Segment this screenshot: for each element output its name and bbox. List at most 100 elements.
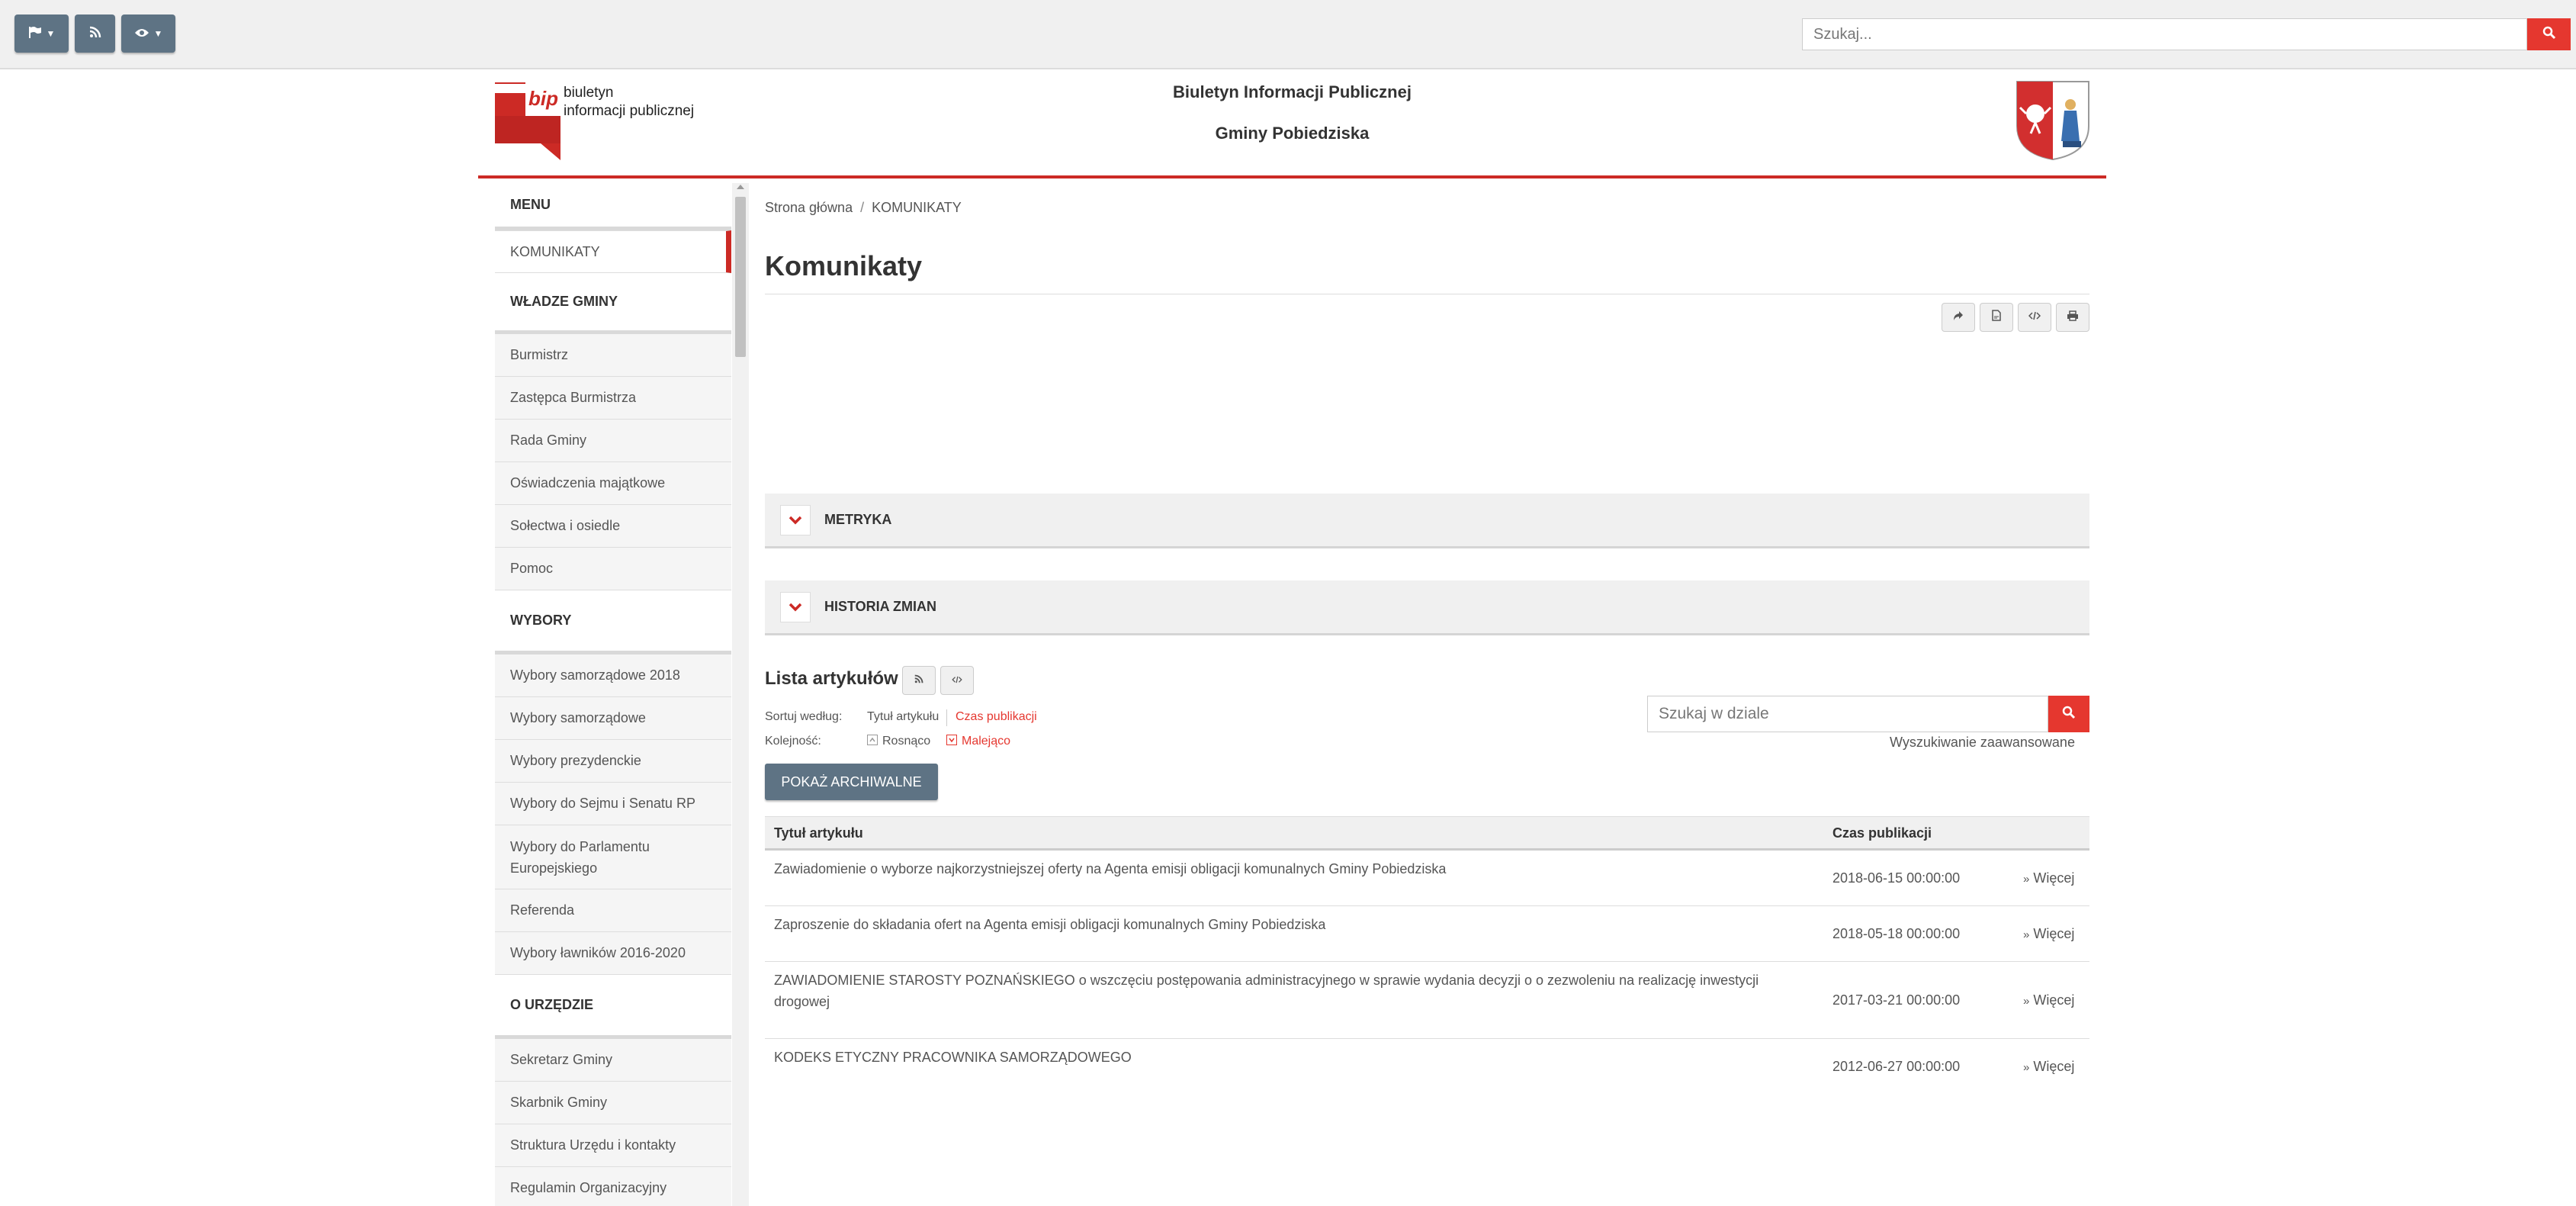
table-row: Zawiadomienie o wyborze najkorzystniejsz… (765, 851, 2089, 906)
flag-icon (28, 25, 42, 43)
historia-zmian-panel-toggle[interactable]: HISTORIA ZMIAN (765, 580, 2089, 635)
accessibility-dropdown-button[interactable]: ▼ (121, 14, 175, 53)
pdf-button[interactable] (1980, 303, 2013, 332)
header-title-line-2: Gminy Pobiedziska (1215, 124, 1370, 143)
advanced-search-link[interactable]: Wyszukiwanie zaawansowane (1890, 735, 2075, 751)
table-row: Zaproszenie do składania ofert na Agenta… (765, 906, 2089, 962)
sidebar-item-wybory-prezydenckie[interactable]: Wybory prezydenckie (495, 740, 731, 783)
page-title: Komunikaty (765, 250, 923, 281)
show-archived-button[interactable]: POKAŻ ARCHIWALNE (765, 764, 938, 800)
sidebar-item-referenda[interactable]: Referenda (495, 889, 731, 932)
sort-label: Sortuj według: (765, 710, 843, 723)
historia-zmian-label: HISTORIA ZMIAN (824, 599, 936, 614)
sidebar-item-solectwa-i-osiedle[interactable]: Sołectwa i osiedle (495, 505, 731, 548)
global-search-button[interactable] (2527, 18, 2571, 50)
logo-line-2: informacji publicznej (564, 103, 695, 119)
search-icon (2542, 26, 2556, 43)
sidebar-item-zastepca-burmistrza[interactable]: Zastępca Burmistrza (495, 377, 731, 420)
coat-of-arms-icon (2016, 80, 2090, 165)
articles-table: Tytuł artykułu Czas publikacji Zawiadomi… (765, 816, 2089, 1095)
order-descending-label: Malejąco (962, 735, 1011, 748)
section-search-input[interactable]: Szukaj w dziale (1647, 696, 2048, 732)
more-label: Więcej (2033, 870, 2075, 886)
sidebar-item-wybory-lawnikow[interactable]: Wybory ławników 2016-2020 (495, 932, 731, 975)
double-chevron-right-icon: » (2023, 995, 2030, 1008)
code-icon (952, 674, 962, 687)
top-bar: ▼ ▼ Szukaj... (0, 0, 2576, 69)
print-icon (2067, 310, 2079, 325)
sidebar-item-komunikaty[interactable]: KOMUNIKATY (495, 230, 731, 273)
print-button[interactable] (2056, 303, 2089, 332)
article-title-link[interactable]: KODEKS ETYCZNY PRACOWNIKA SAMORZĄDOWEGO (774, 1047, 1811, 1068)
sidebar-item-wybory-parlament-europejski[interactable]: Wybory do Parlamentu Europejskiego (495, 825, 731, 889)
sidebar-item-rada-gminy[interactable]: Rada Gminy (495, 420, 731, 462)
code-icon (2028, 310, 2041, 324)
sort-by-title-link[interactable]: Tytuł artykułu (867, 710, 939, 724)
article-title-link[interactable]: ZAWIADOMIENIE STAROSTY POZNAŃSKIEGO o ws… (774, 970, 1811, 1012)
sidebar-menu: MENU KOMUNIKATY WŁADZE GMINY Burmistrz Z… (495, 183, 731, 1206)
share-icon (1953, 310, 1964, 325)
metryka-panel-toggle[interactable]: METRYKA (765, 494, 2089, 548)
double-chevron-right-icon: » (2023, 928, 2030, 941)
embed-code-button[interactable] (2018, 303, 2051, 332)
more-label: Więcej (2033, 1059, 2075, 1074)
breadcrumb: Strona główna / KOMUNIKATY (765, 200, 962, 216)
sort-descending-icon (946, 734, 957, 745)
sidebar-item-sekretarz-gminy[interactable]: Sekretarz Gminy (495, 1039, 731, 1082)
list-rss-button[interactable] (902, 666, 936, 695)
language-dropdown-button[interactable]: ▼ (14, 14, 69, 53)
caret-down-icon: ▼ (153, 28, 163, 39)
article-title-link[interactable]: Zaproszenie do składania ofert na Agenta… (774, 914, 1811, 935)
breadcrumb-current: KOMUNIKATY (872, 200, 962, 215)
sidebar-heading-wladze-gminy: WŁADZE GMINY (495, 273, 731, 334)
sidebar-heading-o-urzedzie: O URZĘDZIE (495, 975, 731, 1039)
chevron-down-icon (780, 591, 811, 622)
metryka-label: METRYKA (824, 512, 892, 527)
chevron-down-icon (780, 504, 811, 535)
order-descending-link[interactable]: Malejąco (946, 734, 1011, 748)
article-title-link[interactable]: Zawiadomienie o wyborze najkorzystniejsz… (774, 858, 1811, 880)
global-search-input[interactable]: Szukaj... (1802, 18, 2527, 50)
sidebar-item-wybory-sejm-senat[interactable]: Wybory do Sejmu i Senatu RP (495, 783, 731, 825)
order-ascending-link[interactable]: Rosnąco (867, 734, 931, 748)
sidebar-item-oswiadczenia-majatkowe[interactable]: Oświadczenia majątkowe (495, 462, 731, 505)
sidebar-heading-wybory: WYBORY (495, 590, 731, 654)
more-link[interactable]: » Więcej (2023, 870, 2074, 886)
table-row: KODEKS ETYCZNY PRACOWNIKA SAMORZĄDOWEGO … (765, 1039, 2089, 1095)
article-date: 2018-06-15 00:00:00 (1832, 870, 1961, 886)
order-label: Kolejność: (765, 735, 821, 748)
double-chevron-right-icon: » (2023, 1061, 2030, 1074)
sidebar-heading-menu: MENU (495, 183, 731, 230)
order-ascending-label: Rosnąco (882, 735, 931, 748)
breadcrumb-separator: / (860, 200, 865, 215)
sidebar-item-struktura-urzedu[interactable]: Struktura Urzędu i kontakty (495, 1124, 731, 1167)
scrollbar-thumb[interactable] (735, 197, 746, 357)
column-header-title: Tytuł artykułu (774, 825, 863, 841)
sidebar-item-burmistrz[interactable]: Burmistrz (495, 334, 731, 377)
more-label: Więcej (2033, 992, 2075, 1008)
more-link[interactable]: » Więcej (2023, 1059, 2074, 1075)
header-title-line-1: Biuletyn Informacji Publicznej (1173, 82, 1412, 101)
more-link[interactable]: » Więcej (2023, 992, 2074, 1008)
article-list-title: Lista artykułów (765, 668, 898, 689)
sidebar-item-wybory-samorzadowe[interactable]: Wybory samorządowe (495, 697, 731, 740)
sidebar-item-pomoc[interactable]: Pomoc (495, 548, 731, 590)
sort-by-date-link[interactable]: Czas publikacji (956, 710, 1037, 724)
rss-button[interactable] (75, 14, 115, 53)
section-search-button[interactable] (2048, 696, 2089, 732)
sidebar-scrollbar[interactable] (732, 183, 749, 1206)
share-button[interactable] (1942, 303, 1975, 332)
sort-divider (946, 709, 947, 726)
rss-icon (914, 674, 923, 687)
sidebar-item-skarbnik-gminy[interactable]: Skarbnik Gminy (495, 1082, 731, 1124)
breadcrumb-home-link[interactable]: Strona główna (765, 200, 853, 215)
scroll-up-arrow-icon[interactable] (737, 185, 744, 189)
list-embed-button[interactable] (940, 666, 974, 695)
table-header: Tytuł artykułu Czas publikacji (765, 816, 2089, 851)
page-tools (1942, 303, 2089, 332)
sidebar-item-wybory-samorzadowe-2018[interactable]: Wybory samorządowe 2018 (495, 654, 731, 697)
sidebar-item-regulamin-organizacyjny[interactable]: Regulamin Organizacyjny (495, 1167, 731, 1206)
more-link[interactable]: » Więcej (2023, 926, 2074, 942)
sort-ascending-icon (867, 734, 878, 745)
eye-icon (134, 25, 149, 43)
